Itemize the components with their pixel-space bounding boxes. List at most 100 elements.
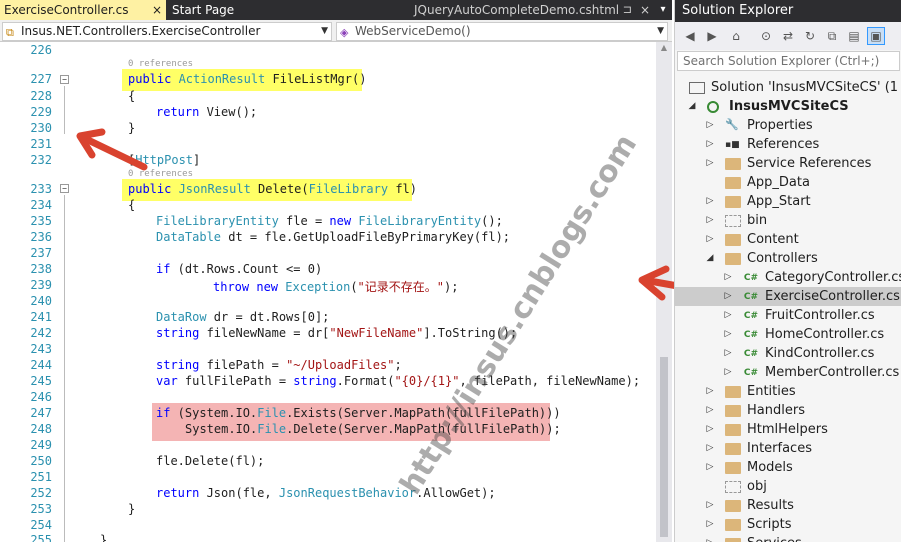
tree-node-properties[interactable]: ▷ 🔧 Properties [675,116,901,135]
expanded-icon[interactable]: ◢ [705,249,715,268]
chevron-down-icon: ▼ [321,26,328,36]
tree-node-controllers[interactable]: ◢ Controllers [675,249,901,268]
line-number: 246 [30,390,52,404]
expand-icon[interactable]: ▷ [705,420,715,439]
code-text: Delete( [250,182,309,196]
codelens-references[interactable]: 0 references [128,169,193,179]
collapse-all-icon[interactable]: ⧉ [823,27,841,45]
close-icon[interactable]: × [152,0,162,20]
show-all-files-icon[interactable]: ▤ [845,27,863,45]
expand-icon[interactable]: ▷ [723,287,733,306]
type-name: DataRow [156,310,207,324]
scrollbar-thumb[interactable] [660,357,668,537]
tree-node-scripts[interactable]: ▷ Scripts [675,515,901,534]
pin-icon[interactable]: ⊐ [623,0,632,20]
expand-icon[interactable]: ▷ [723,325,733,344]
line-number: 228 [30,89,52,103]
tab-jquery-autocomplete[interactable]: JQueryAutoCompleteDemo.cshtml ⊐ × [410,0,660,20]
code-line-227: public ActionResult FileListMgr() [128,72,366,86]
tree-node-entities[interactable]: ▷ Entities [675,382,901,401]
code-text: .Format( [336,374,395,388]
code-line-233: public JsonResult Delete(FileLibrary fl) [128,182,417,196]
expand-icon[interactable]: ▷ [705,192,715,211]
back-icon[interactable]: ◀ [681,27,699,45]
switch-views-icon[interactable]: ⊙ [757,27,775,45]
member-dropdown[interactable]: ◈ WebServiceDemo() ▼ [336,22,668,41]
close-icon[interactable]: × [640,0,650,20]
expand-icon[interactable]: ▷ [705,116,715,135]
tree-node-interfaces[interactable]: ▷ Interfaces [675,439,901,458]
fold-line [64,195,65,542]
expand-icon[interactable]: ▷ [705,534,715,542]
expand-icon[interactable]: ▷ [723,344,733,363]
sync-icon[interactable]: ⇄ [779,27,797,45]
expand-icon[interactable]: ▷ [705,211,715,230]
expand-icon[interactable]: ▷ [705,458,715,477]
collapse-icon[interactable]: − [60,184,69,193]
tab-start-page[interactable]: Start Page [168,0,260,20]
tree-node-membercontroller-cs[interactable]: ▷ C# MemberController.cs [675,363,901,382]
code-editor[interactable]: ExerciseController.cs × Start Page JQuer… [0,0,672,542]
collapse-icon[interactable]: − [60,75,69,84]
tab-exercise-controller[interactable]: ExerciseController.cs × [0,0,166,20]
scroll-up-icon[interactable]: ▲ [656,43,672,52]
tree-node-service-references[interactable]: ▷ Service References [675,154,901,173]
tree-node-fruitcontroller-cs[interactable]: ▷ C# FruitController.cs [675,306,901,325]
node-label: obj [747,479,767,494]
tree-node-homecontroller-cs[interactable]: ▷ C# HomeController.cs [675,325,901,344]
vertical-scrollbar[interactable]: ▲ [656,42,672,542]
expand-icon[interactable]: ▷ [705,154,715,173]
tree-node-htmlhelpers[interactable]: ▷ HtmlHelpers [675,420,901,439]
forward-icon[interactable]: ▶ [703,27,721,45]
refresh-icon[interactable]: ↻ [801,27,819,45]
codelens-references[interactable]: 0 references [128,59,193,69]
tree-node-bin[interactable]: ▷ bin [675,211,901,230]
type-name: FileLibraryEntity [358,214,482,228]
tree-node-app-data[interactable]: App_Data [675,173,901,192]
tree-node-obj[interactable]: obj [675,477,901,496]
type-name: JsonRequestBehavior [278,486,417,500]
code-text: ; [394,358,402,372]
node-label: App_Start [747,194,811,209]
tab-overflow-dropdown-icon[interactable]: ▾ [656,0,670,20]
expand-icon[interactable]: ▷ [705,382,715,401]
line-number: 229 [30,105,52,119]
code-area[interactable]: 226 227 228 229 230 231 232 233 234 235 236 237 238 2… [0,42,656,542]
expand-icon[interactable]: ▷ [705,135,715,154]
node-label: Models [747,460,793,475]
expand-icon[interactable]: ▷ [705,515,715,534]
node-label: FruitController.cs [765,308,875,323]
expand-icon[interactable]: ▷ [705,401,715,420]
node-label: References [747,137,820,152]
expand-icon[interactable]: ▷ [723,268,733,287]
tree-node-solution[interactable]: Solution 'InsusMVCSiteCS' (1 project) [675,78,901,97]
expand-icon[interactable]: ▷ [723,306,733,325]
class-dropdown[interactable]: ⧉ Insus.NET.Controllers.ExerciseControll… [2,22,332,41]
csharp-file-icon: C# [743,311,759,321]
code-line-253: } [128,502,136,516]
folder-icon [725,538,741,542]
tree-node-project[interactable]: ◢ InsusMVCSiteCS [675,97,901,116]
type-name: ActionResult [178,72,266,86]
tree-node-kindcontroller-cs[interactable]: ▷ C# KindController.cs [675,344,901,363]
home-icon[interactable]: ⌂ [727,27,745,45]
preview-selected-icon[interactable]: ▣ [867,27,885,45]
keyword: throw [213,280,250,294]
node-label: HomeController.cs [765,327,885,342]
line-number: 251 [30,470,52,484]
tree-node-content[interactable]: ▷ Content [675,230,901,249]
tree-node-models[interactable]: ▷ Models [675,458,901,477]
tree-node-app-start[interactable]: ▷ App_Start [675,192,901,211]
expand-icon[interactable]: ▷ [705,230,715,249]
tree-node-exercisecontroller-cs[interactable]: ▷ C# ExerciseController.cs [675,287,901,306]
folder-icon [725,234,741,246]
expand-icon[interactable]: ▷ [705,496,715,515]
expand-icon[interactable]: ▷ [723,363,733,382]
search-input[interactable]: Search Solution Explorer (Ctrl+;) [677,51,900,71]
tree-node-services[interactable]: ▷ Services [675,534,901,542]
tree-node-references[interactable]: ▷ ▪■ References [675,135,901,154]
expand-icon[interactable]: ▷ [705,439,715,458]
tree-node-handlers[interactable]: ▷ Handlers [675,401,901,420]
tree-node-results[interactable]: ▷ Results [675,496,901,515]
tree-node-categorycontroller-cs[interactable]: ▷ C# CategoryController.cs [675,268,901,287]
